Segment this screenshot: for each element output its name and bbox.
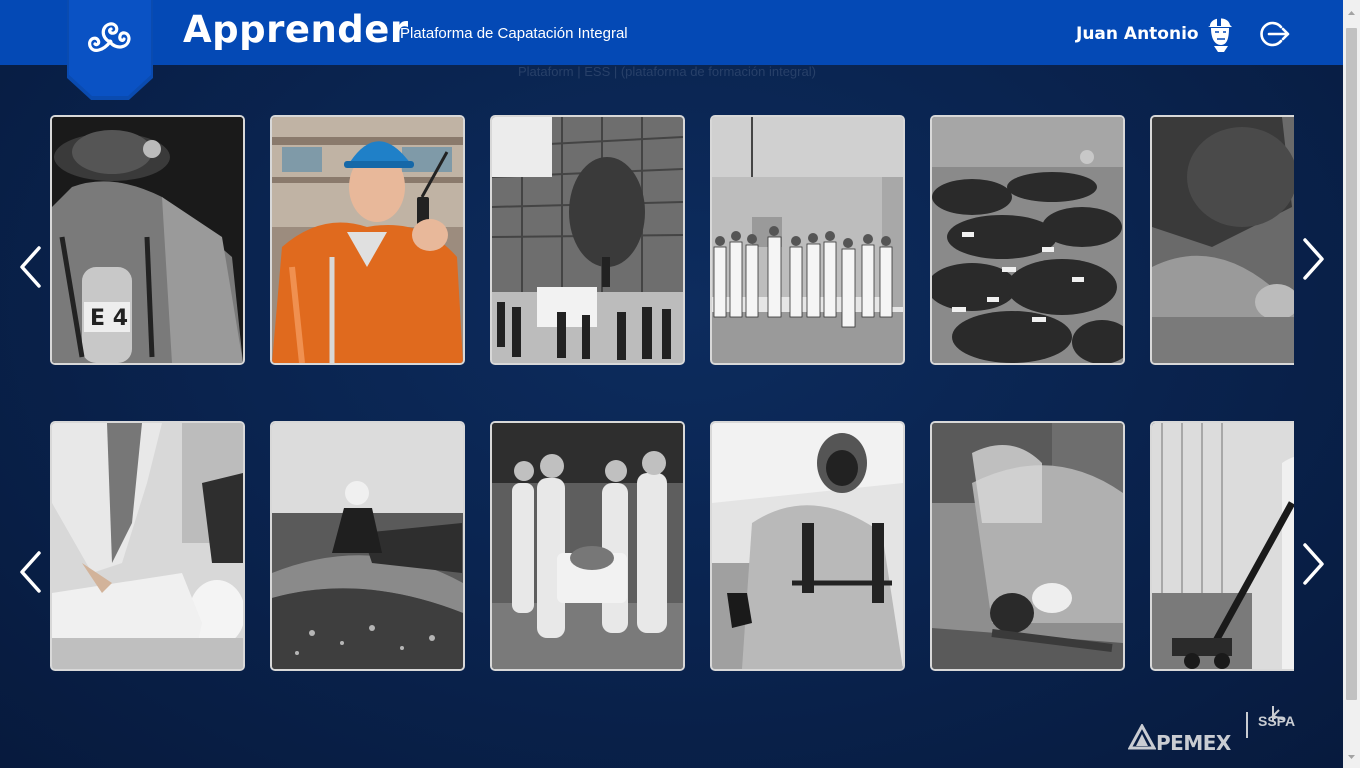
carousel-row-1: E 4 (50, 115, 1294, 365)
course-card-radio-worker[interactable] (270, 115, 465, 365)
course-card-rescue-boat[interactable] (270, 421, 465, 671)
course-card-stretcher-team[interactable] (490, 421, 685, 671)
worker-helmet-avatar-icon[interactable] (1204, 12, 1234, 52)
pemex-logo-text: PEMEX (1156, 731, 1231, 755)
pemex-logo-icon (1128, 724, 1156, 750)
course-card-firefighter[interactable]: E 4 (50, 115, 245, 365)
course-card-hazmat[interactable] (710, 421, 905, 671)
logo-badge[interactable] (69, 0, 151, 96)
user-name[interactable]: Juan Antonio (1076, 24, 1199, 44)
course-card-workers-group[interactable] (710, 115, 905, 365)
app-title: Apprender (183, 8, 409, 51)
ghost-breadcrumb: Plataform | ESS | (plataforma de formaci… (518, 64, 816, 79)
course-card-building[interactable] (490, 115, 685, 365)
scroll-down-arrow-icon[interactable] (1346, 750, 1357, 764)
row2-prev-arrow[interactable] (17, 550, 43, 594)
app-subtitle: Plataforma de Capatación Integral (400, 25, 628, 42)
row1-prev-arrow[interactable] (17, 245, 43, 289)
course-card-cpr[interactable] (50, 421, 245, 671)
row1-next-arrow[interactable] (1301, 237, 1327, 281)
course-card-welder[interactable] (1150, 115, 1294, 365)
sspa-logo-text: SSPA (1258, 713, 1296, 729)
logout-icon[interactable] (1259, 20, 1291, 48)
scroll-up-arrow-icon[interactable] (1346, 6, 1357, 20)
row2-next-arrow[interactable] (1301, 542, 1327, 586)
course-card-pallet-jack[interactable] (1150, 421, 1294, 671)
course-card-grinding[interactable] (930, 421, 1125, 671)
scrollbar-thumb[interactable] (1346, 28, 1357, 700)
triskelion-logo-icon (88, 22, 131, 52)
course-card-survival-suits[interactable] (930, 115, 1125, 365)
carousel-row-2 (50, 421, 1294, 671)
svg-text:E 4: E 4 (90, 306, 128, 331)
